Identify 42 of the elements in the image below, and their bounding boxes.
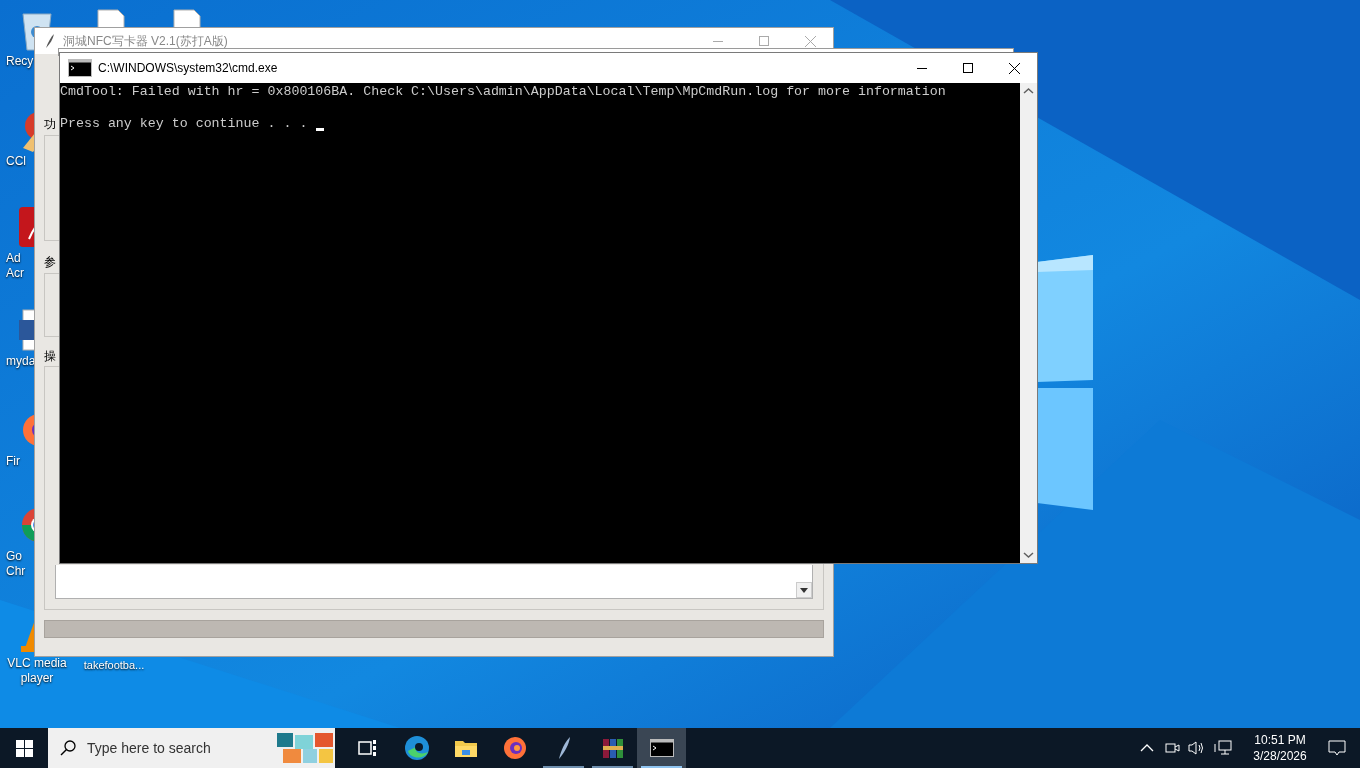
speaker-icon[interactable]: [1188, 740, 1206, 756]
search-icon: [60, 740, 76, 756]
desktop-icon-label: player: [20, 671, 54, 686]
desktop-icon-label: VLC media: [7, 656, 67, 671]
clock-date: 3/28/2026: [1253, 748, 1307, 764]
notification-icon[interactable]: [1328, 739, 1346, 757]
console-output-line: CmdTool: Failed with hr = 0x800106BA. Check C:\Users\admin\AppData\Local\Temp\MpCmdRun.log for more information: [60, 84, 947, 100]
search-box[interactable]: Type here to search: [48, 728, 335, 768]
clock-time: 10:51 PM: [1254, 732, 1306, 748]
scrollbar[interactable]: [1020, 83, 1037, 563]
group-label: 功: [44, 117, 56, 131]
feather-icon: [45, 33, 55, 49]
desktop-icon-label: Go: [6, 549, 23, 564]
search-placeholder: Type here to search: [87, 738, 211, 758]
task-view-icon: [357, 739, 378, 757]
console-icon: [68, 59, 92, 77]
desktop-icon-label: Recy: [6, 54, 34, 69]
camera-icon[interactable]: [1164, 740, 1180, 756]
folder-icon: [453, 738, 478, 758]
text-cursor: [316, 128, 325, 131]
feather-icon: [556, 736, 571, 760]
window-title: 洞城NFC写卡器 V2.1(苏打A版): [63, 34, 228, 48]
taskbar-app-button[interactable]: [637, 728, 686, 768]
group-label: 参: [44, 255, 56, 269]
firefox-icon: [502, 736, 527, 760]
desktop-icon-label: CCl: [6, 154, 26, 169]
windows-logo-icon: [15, 739, 33, 757]
desktop-icon-label: Acr: [6, 266, 24, 281]
console-icon: [649, 739, 674, 757]
group-label: 操: [44, 349, 56, 363]
archive-books-icon: [600, 736, 625, 760]
desktop-icon-label: Fir: [6, 454, 20, 469]
edge-icon: [403, 735, 430, 761]
desktop-icon-label: Chr: [6, 564, 26, 579]
chevron-up-icon[interactable]: [1140, 744, 1154, 752]
window-title: C:\WINDOWS\system32\cmd.exe: [98, 60, 278, 77]
desktop-icon-label: takefootba...: [83, 658, 145, 673]
console-output-line: Press any key to continue . . .: [60, 116, 308, 132]
clock[interactable]: 10:51 PM 3/28/2026: [1242, 732, 1318, 764]
network-icon[interactable]: [1214, 740, 1232, 756]
desktop-icon-label: myda: [6, 354, 36, 369]
desktop-icon-label: Ad: [6, 251, 22, 266]
